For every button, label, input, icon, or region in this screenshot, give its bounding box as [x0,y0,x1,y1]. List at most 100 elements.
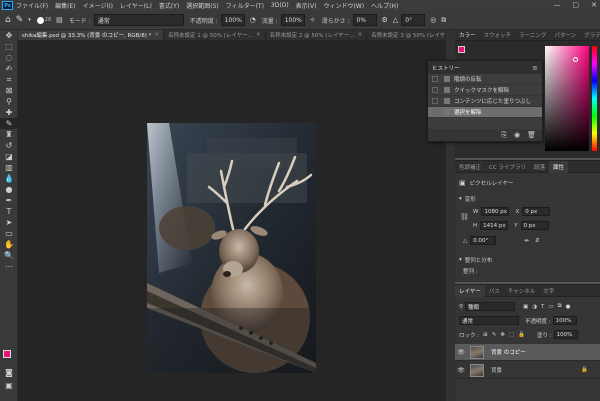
filter-shape-icon[interactable]: ▭ [548,304,553,310]
blur-tool-icon[interactable]: 💧 [0,173,18,184]
layer-opacity-input[interactable]: 100% [552,316,577,325]
lock-position-icon[interactable]: ✥ [500,332,505,338]
zoom-tool-icon[interactable]: 🔍 [0,250,18,261]
transform-section[interactable]: ▾ 変形 [459,195,476,203]
color-picker-ring[interactable] [573,57,578,62]
chevron-down-icon[interactable]: ▾ [459,257,462,263]
doc-tab-shika[interactable]: shika編集.psd @ 33.3% (背景 のコピー, RGB/8) * ✕ [18,30,165,40]
filter-smart-icon[interactable]: ⧉ [558,303,562,310]
layer-row-background-copy[interactable]: 👁 背景 のコピー [455,344,600,361]
history-checkbox[interactable] [432,98,438,104]
filter-adjustment-icon[interactable]: ◑ [532,304,537,310]
more-tools-icon[interactable]: ⋯ [0,261,18,272]
gradient-tool-icon[interactable]: ▥ [0,162,18,173]
doc-tab-untitled-2[interactable]: 名称未設定 2 @ 50% (レイヤー... ✕ [265,30,368,40]
history-item[interactable]: 階調の反転 [428,74,542,85]
healing-brush-tool-icon[interactable]: ✚ [0,107,18,118]
y-input[interactable]: 0 px [520,221,549,230]
menu-layer[interactable]: レイヤー(L) [120,1,152,10]
menu-file[interactable]: ファイル(F) [16,1,48,10]
menu-view[interactable]: 表示(V) [296,1,317,10]
fill-input[interactable]: 100% [553,330,578,339]
filter-type-icon[interactable]: T [541,304,544,310]
history-brush-tool-icon[interactable]: ↺ [0,140,18,151]
layer-filter-select[interactable]: 種類 [465,302,516,311]
shape-tool-icon[interactable]: ▭ [0,228,18,239]
width-input[interactable]: 1080 px [481,207,510,216]
pen-tool-icon[interactable]: ✒ [0,195,18,206]
tab-layers[interactable]: レイヤー [455,284,485,297]
close-icon[interactable]: ✕ [154,32,159,38]
layer-row-background[interactable]: 👁 背景 🔒 [455,362,600,379]
airbrush-icon[interactable]: ✧ [310,16,316,24]
height-input[interactable]: 1414 px [480,221,509,230]
marquee-tool-icon[interactable]: ⬚ [0,41,18,52]
snapshot-document-icon[interactable]: ⎘ [501,131,507,140]
x-input[interactable]: 0 px [522,207,551,216]
type-tool-icon[interactable]: T [0,206,18,217]
frame-tool-icon[interactable]: ⊠ [0,85,18,96]
flip-horizontal-icon[interactable]: ⇹ [524,238,529,244]
symmetry-icon[interactable]: ⧉ [441,16,446,25]
tab-adjustments[interactable]: 色調補正 [455,161,485,173]
menu-help[interactable]: ヘルプ(H) [371,1,398,10]
lock-transparency-icon[interactable]: ⊞ [483,332,488,338]
foreground-color-swatch[interactable] [3,350,11,358]
maximize-button[interactable]: ▢ [573,1,580,9]
dodge-tool-icon[interactable]: ● [0,184,18,195]
tab-paths[interactable]: パス [485,285,504,297]
eye-icon[interactable]: 👁 [457,349,465,356]
menu-type[interactable]: 書式(Y) [159,1,179,10]
history-checkbox[interactable] [432,109,438,115]
angle-input[interactable]: 0.00° [470,236,497,245]
history-item[interactable]: 選択を解除 [428,107,542,118]
doc-tab-untitled-1[interactable]: 名称未設定 1 @ 50% (レイヤー... ✕ [164,30,266,40]
menu-image[interactable]: イメージ(I) [83,1,113,10]
path-select-tool-icon[interactable]: ➤ [0,217,18,228]
history-checkbox[interactable] [432,87,438,93]
history-item[interactable]: コンテンツに応じた塗りつぶし [428,96,542,107]
flip-vertical-icon[interactable]: ⇵ [535,238,540,244]
menu-window[interactable]: ウィンドウ(W) [323,1,364,10]
flow-input[interactable]: 100% [280,14,305,26]
pressure-opacity-icon[interactable]: ◔ [250,16,256,24]
home-icon[interactable]: ⌂ [5,15,11,25]
eraser-tool-icon[interactable]: ◪ [0,151,18,162]
eye-icon[interactable]: 👁 [457,367,465,374]
filter-pixel-icon[interactable]: ▣ [523,304,528,310]
eyedropper-tool-icon[interactable]: ⚲ [0,96,18,107]
blend-mode-select[interactable]: 通常 [459,316,519,325]
menu-edit[interactable]: 編集(E) [55,1,75,10]
link-icon[interactable]: ⛓ [460,213,469,221]
close-button[interactable]: ✕ [591,1,597,9]
mode-select[interactable]: 通常 [93,14,184,26]
brush-tool-icon[interactable]: ✎ [0,118,18,129]
chevron-down-icon[interactable]: ▾ [28,17,31,23]
screen-mode-icon[interactable]: ▣ [0,380,18,391]
menu-select[interactable]: 選択範囲(S) [186,1,219,10]
canvas-area[interactable] [18,40,445,401]
tab-color[interactable]: カラー [455,31,480,39]
tab-paragraph[interactable]: 段落 [530,161,549,173]
pressure-size-icon[interactable]: ◎ [430,16,436,24]
menu-3d[interactable]: 3D(D) [271,2,289,9]
tab-learn[interactable]: ラーニング [515,31,551,39]
color-field[interactable] [545,46,589,151]
align-section[interactable]: ▾ 整列と分布 [459,256,492,264]
chevron-down-icon[interactable]: ▾ [459,196,462,202]
history-checkbox[interactable] [432,76,438,82]
lock-image-icon[interactable]: ✎ [492,332,497,338]
opacity-input[interactable]: 100% [220,14,245,26]
quick-mask-icon[interactable]: ◙ [0,367,18,378]
close-icon[interactable]: ✕ [358,32,363,38]
color-fg-chip[interactable] [458,46,465,53]
trash-icon[interactable]: 🗑 [527,131,536,139]
smoothing-settings-icon[interactable]: ⚙ [382,16,388,24]
history-item[interactable]: クイックマスクを解除 [428,85,542,96]
menu-filter[interactable]: フィルター(T) [226,1,264,10]
lock-all-icon[interactable]: 🔒 [518,332,525,338]
hue-slider[interactable] [592,46,597,151]
panel-menu-icon[interactable]: ≡ [532,64,538,72]
tab-channels[interactable]: チャンネル [504,285,539,297]
move-tool-icon[interactable]: ✥ [0,30,18,41]
